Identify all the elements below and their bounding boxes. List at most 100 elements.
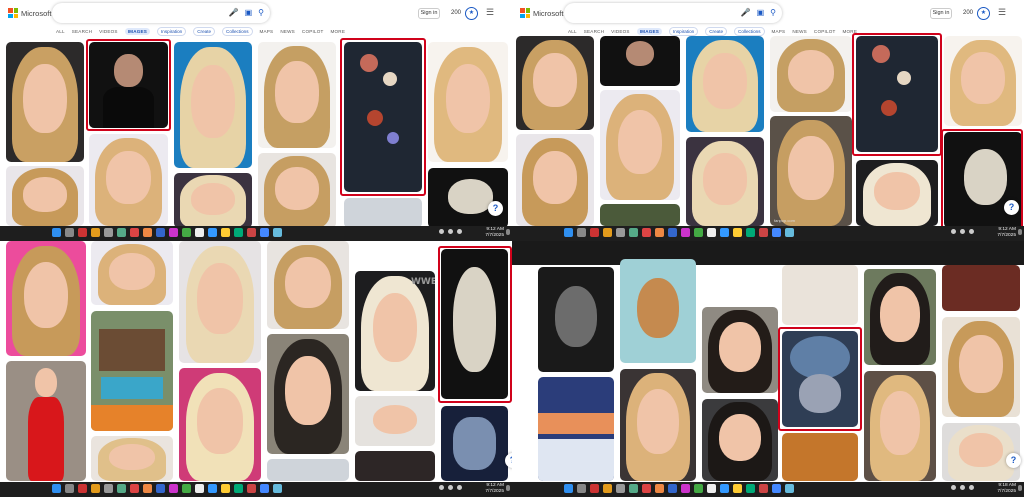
- app-icon[interactable]: [78, 228, 87, 237]
- taskbar-clock[interactable]: 9:12 AM 7/7/2025: [997, 227, 1016, 239]
- app-icon[interactable]: [182, 484, 191, 493]
- chip-collections[interactable]: Collections: [222, 27, 253, 36]
- edge-icon[interactable]: [720, 228, 729, 237]
- image-tile-blonde-closeup[interactable]: [91, 436, 173, 481]
- hamburger-menu-icon[interactable]: ☰: [486, 7, 494, 18]
- folder-icon[interactable]: [221, 484, 230, 493]
- image-tile-beige-top[interactable]: [782, 265, 858, 325]
- image-tile-dark-hair-portrait[interactable]: [864, 269, 936, 365]
- search-icon[interactable]: ⚲: [258, 8, 264, 18]
- help-button[interactable]: ?: [1006, 453, 1021, 468]
- image-tile-blonde-bangs-dark[interactable]: [620, 369, 696, 481]
- app-icon[interactable]: [247, 484, 256, 493]
- notification-icon[interactable]: [506, 485, 510, 491]
- app-icon[interactable]: [143, 228, 152, 237]
- tab-all[interactable]: ALL: [568, 29, 577, 34]
- search-icon[interactable]: [577, 484, 586, 493]
- image-tile-wwe-blonde[interactable]: [856, 160, 938, 226]
- app-icon[interactable]: [642, 228, 651, 237]
- start-icon[interactable]: [52, 484, 61, 493]
- image-tile-statue[interactable]: [428, 168, 508, 228]
- app-icon[interactable]: [772, 484, 781, 493]
- image-tile-paris-portrait[interactable]: [174, 173, 252, 228]
- app-icon[interactable]: [234, 484, 243, 493]
- tray-icon[interactable]: [951, 485, 956, 490]
- app-icon[interactable]: [642, 484, 651, 493]
- tab-videos[interactable]: VIDEOS: [99, 29, 118, 34]
- image-tile-wrestler-belt[interactable]: [355, 396, 435, 446]
- image-tile-blonde-bangs[interactable]: [516, 134, 594, 226]
- tab-more[interactable]: MORE: [331, 29, 346, 34]
- image-tile-dark-thumb[interactable]: [355, 451, 435, 481]
- tab-search[interactable]: SEARCH: [584, 29, 604, 34]
- image-tile-airplane-window[interactable]: [441, 406, 508, 481]
- taskbar-clock[interactable]: 9:12 AM 7/7/2025: [485, 227, 504, 239]
- signin-button[interactable]: Sign in: [930, 8, 952, 19]
- tab-videos[interactable]: VIDEOS: [611, 29, 630, 34]
- volume-icon[interactable]: [969, 485, 974, 490]
- image-tile-house-pool[interactable]: [91, 311, 173, 431]
- app-icon[interactable]: [785, 228, 794, 237]
- app-icon[interactable]: [616, 228, 625, 237]
- edge-icon[interactable]: [208, 228, 217, 237]
- tab-copilot[interactable]: COPILOT: [814, 29, 836, 34]
- chip-create[interactable]: Create: [193, 27, 216, 36]
- image-tile-blonde-pink[interactable]: [179, 368, 261, 481]
- notification-icon[interactable]: [506, 229, 510, 235]
- image-tile-wwe-blonde[interactable]: WWE: [355, 271, 435, 391]
- app-icon[interactable]: [759, 228, 768, 237]
- app-icon[interactable]: [91, 484, 100, 493]
- app-icon[interactable]: [169, 484, 178, 493]
- app-icon[interactable]: [629, 484, 638, 493]
- search-icon[interactable]: [577, 228, 586, 237]
- app-icon[interactable]: [616, 484, 625, 493]
- folder-icon[interactable]: [733, 484, 742, 493]
- microphone-icon[interactable]: 🎤: [741, 8, 751, 18]
- tab-maps[interactable]: MAPS: [772, 29, 786, 34]
- tab-images[interactable]: IMAGES: [124, 28, 151, 35]
- taskbar-clock[interactable]: 9:18 AM 7/7/2025: [997, 483, 1016, 495]
- app-icon[interactable]: [247, 228, 256, 237]
- image-tile-red-carpet[interactable]: [942, 265, 1020, 311]
- search-box[interactable]: 🎤 ▣ ⚲: [52, 3, 270, 23]
- app-icon[interactable]: [746, 484, 755, 493]
- app-icon[interactable]: [117, 228, 126, 237]
- rewards-points[interactable]: 200: [963, 10, 973, 16]
- image-tile-gray-portrait[interactable]: [267, 459, 349, 481]
- tab-maps[interactable]: MAPS: [260, 29, 274, 34]
- app-icon[interactable]: [130, 228, 139, 237]
- app-icon[interactable]: [195, 484, 204, 493]
- app-icon[interactable]: [117, 484, 126, 493]
- wifi-icon[interactable]: [960, 485, 965, 490]
- image-tile-blonde-bangs-event[interactable]: [942, 317, 1020, 417]
- image-tile-blonde-portrait[interactable]: [516, 36, 594, 130]
- visual-search-icon[interactable]: ▣: [245, 8, 253, 18]
- image-tile-blonde-wavy-2[interactable]: [267, 241, 349, 329]
- app-icon[interactable]: [694, 228, 703, 237]
- app-icon[interactable]: [707, 228, 716, 237]
- app-icon[interactable]: [603, 228, 612, 237]
- image-tile-blonde-portrait[interactable]: [6, 42, 84, 162]
- notification-icon[interactable]: [1018, 229, 1022, 235]
- app-icon[interactable]: [655, 484, 664, 493]
- app-icon[interactable]: [273, 228, 282, 237]
- image-tile-puppy[interactable]: [620, 259, 696, 363]
- image-tile-paris-portrait[interactable]: [179, 241, 261, 363]
- app-icon[interactable]: [78, 484, 87, 493]
- volume-icon[interactable]: [457, 229, 462, 234]
- wifi-icon[interactable]: [448, 485, 453, 490]
- search-box[interactable]: 🎤 ▣ ⚲: [564, 3, 782, 23]
- taskbar-clock[interactable]: 9:12 AM 7/7/2025: [485, 483, 504, 495]
- app-icon[interactable]: [668, 484, 677, 493]
- app-icon[interactable]: [260, 484, 269, 493]
- app-icon[interactable]: [746, 228, 755, 237]
- start-icon[interactable]: [564, 484, 573, 493]
- image-tile-winter-village[interactable]: [538, 377, 614, 481]
- tray-icon[interactable]: [951, 229, 956, 234]
- image-tile-blonde-bangs-smile[interactable]: [600, 90, 680, 200]
- rewards-icon[interactable]: ★: [977, 7, 990, 20]
- tab-news[interactable]: NEWS: [280, 29, 295, 34]
- image-tile-blonde-bangs-pink[interactable]: [6, 241, 86, 356]
- volume-icon[interactable]: [969, 229, 974, 234]
- app-icon[interactable]: [156, 484, 165, 493]
